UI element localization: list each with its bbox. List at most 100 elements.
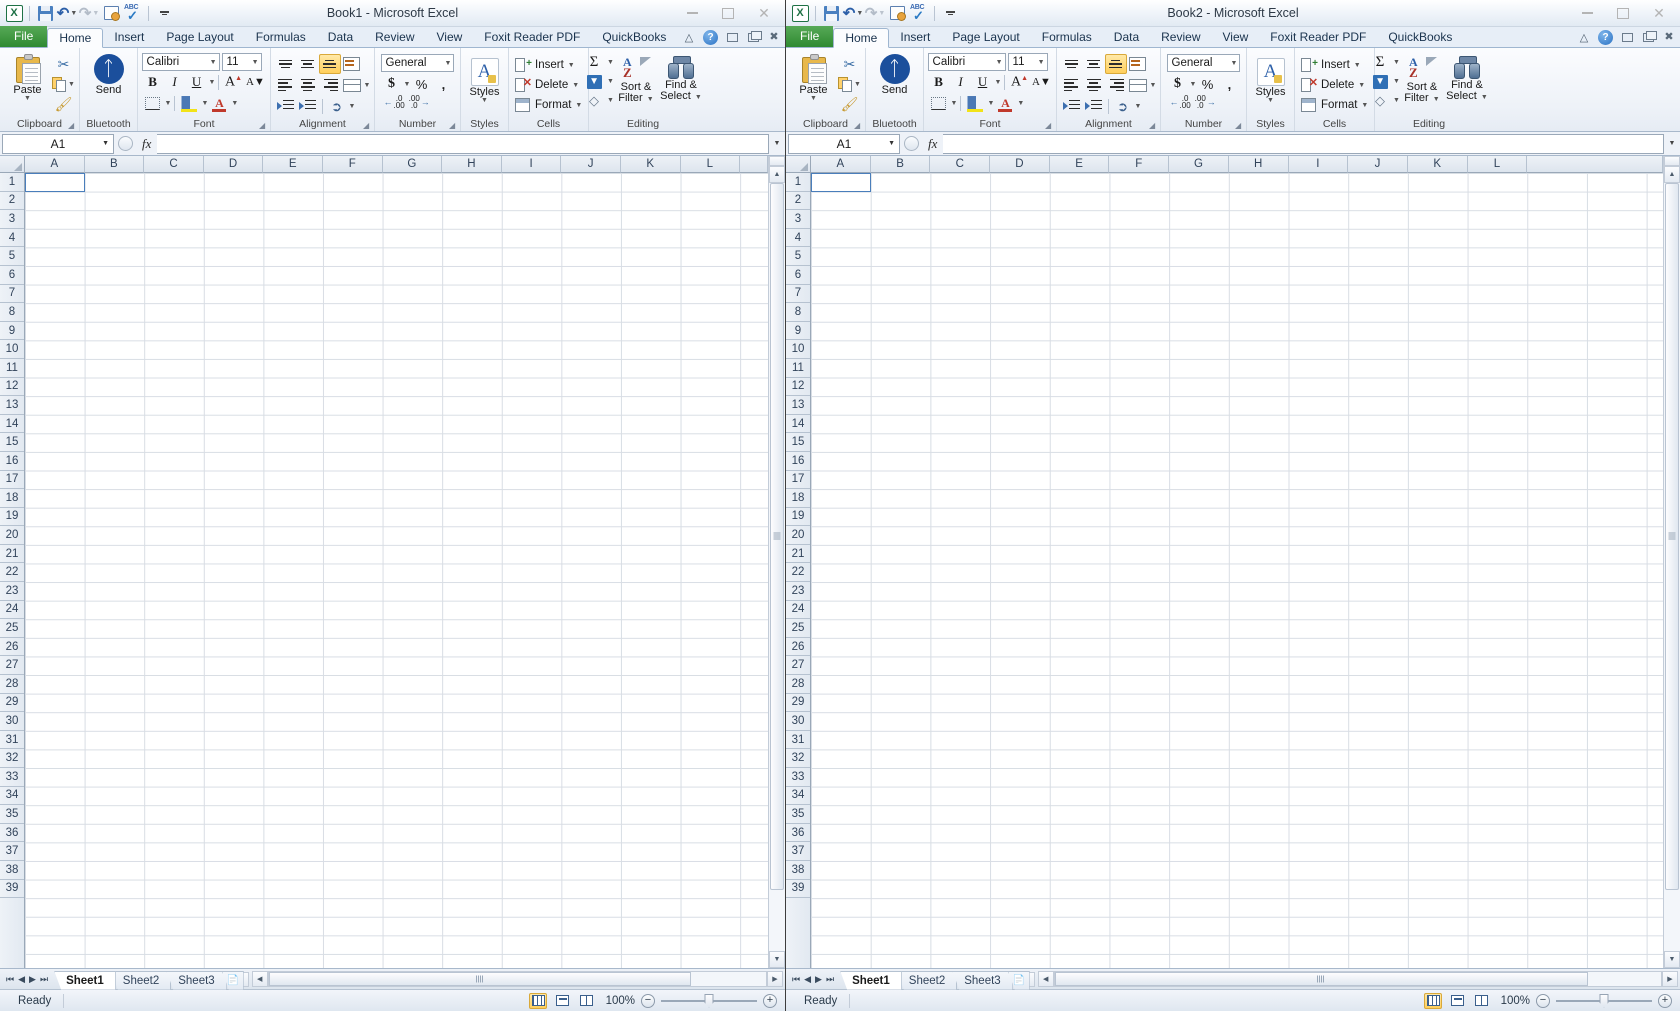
vertical-scrollbar[interactable]: ▲ ▼ xyxy=(768,156,785,968)
function-icon[interactable]: fx xyxy=(922,136,943,152)
orientation-button[interactable]: ➲ xyxy=(326,96,348,116)
fill-button[interactable]: ▼ xyxy=(582,72,606,91)
increase-decimal-button[interactable]: ← .0.00 xyxy=(384,95,405,110)
column-header-D[interactable]: D xyxy=(990,156,1050,173)
zoom-out-button[interactable]: − xyxy=(641,993,655,1008)
accounting-format-button[interactable]: $ xyxy=(381,74,403,94)
minimize-ribbon-icon[interactable]: △ xyxy=(1577,31,1591,45)
function-icon[interactable]: fx xyxy=(136,136,157,152)
clear-button[interactable]: ◇ xyxy=(1368,91,1392,110)
format-painter-button[interactable]: 🖌 xyxy=(838,94,862,114)
find-select-button[interactable]: Find & Select ▼ xyxy=(658,53,704,103)
sheet-tabs[interactable]: Sheet1 Sheet2 Sheet3 📄 xyxy=(54,969,244,990)
row-headers[interactable]: 1 2 3 4 5 6 7 8 9 10 11 12 13 14 15 16 17 18 19 20 21 22 23 24 2… xyxy=(786,173,811,968)
hscroll-thumb[interactable] xyxy=(1054,972,1589,986)
column-header-C[interactable]: C xyxy=(930,156,991,173)
row-header-3[interactable]: 3 xyxy=(0,210,24,229)
status-bar[interactable]: Ready 100% − + xyxy=(786,989,1680,1011)
selected-cell-a1[interactable] xyxy=(25,173,85,192)
tab-page-layout[interactable]: Page Layout xyxy=(941,27,1030,47)
sheet-tab-sheet3[interactable]: Sheet3 xyxy=(166,970,227,990)
tab-quickbooks[interactable]: QuickBooks xyxy=(591,27,677,47)
delete-cells-button[interactable]: ✕ Delete ▼ xyxy=(515,75,582,95)
excel-logo-icon[interactable]: X xyxy=(790,3,810,23)
row-header-7[interactable]: 7 xyxy=(0,285,24,304)
prev-sheet-icon[interactable]: ◀ xyxy=(804,974,811,985)
customize-qat-icon[interactable] xyxy=(940,3,960,23)
column-header-A[interactable]: A xyxy=(811,156,871,173)
sheet-tab-sheet1[interactable]: Sheet1 xyxy=(840,970,902,990)
row-header-9[interactable]: 9 xyxy=(786,322,810,341)
italic-button[interactable]: I xyxy=(164,72,186,92)
bold-button[interactable]: B xyxy=(928,72,950,92)
row-header-19[interactable]: 19 xyxy=(786,508,810,527)
sheet-nav-buttons[interactable]: ⏮ ◀ ▶ ⏭ xyxy=(0,974,54,985)
scroll-down-button[interactable]: ▼ xyxy=(769,951,785,968)
middle-align-button[interactable] xyxy=(297,54,319,74)
underline-button[interactable]: U xyxy=(972,72,994,92)
column-header-K[interactable]: K xyxy=(1407,156,1468,173)
row-header-25[interactable]: 25 xyxy=(786,619,810,638)
styles-button[interactable]: A Styles ▼ xyxy=(461,52,509,104)
horizontal-scrollbar[interactable] xyxy=(1053,971,1662,987)
underline-button[interactable]: U xyxy=(186,72,208,92)
row-header-20[interactable]: 20 xyxy=(0,526,24,545)
close-window-icon[interactable]: ✖ xyxy=(767,31,781,45)
undo-icon[interactable]: ↶ ▼ xyxy=(57,3,78,23)
row-header-14[interactable]: 14 xyxy=(0,415,24,434)
row-header-4[interactable]: 4 xyxy=(786,229,810,248)
font-size-combo[interactable]: 11 ▼ xyxy=(221,53,262,71)
row-header-35[interactable]: 35 xyxy=(786,805,810,824)
column-header-I[interactable]: I xyxy=(501,156,562,173)
bold-button[interactable]: B xyxy=(142,72,164,92)
page-break-view-button[interactable] xyxy=(1472,993,1490,1009)
scroll-thumb[interactable] xyxy=(770,183,784,890)
worksheet-area[interactable]: ABCDEFGHIJKL 1 2 3 4 5 6 7 8 9 10 11 12 13 14 15 16 17 18… xyxy=(786,156,1680,968)
close-window-icon[interactable]: ✖ xyxy=(1662,31,1676,45)
row-header-36[interactable]: 36 xyxy=(786,824,810,843)
row-header-13[interactable]: 13 xyxy=(0,396,24,415)
restore-window-icon[interactable] xyxy=(1620,31,1634,45)
hscroll-left-button[interactable]: ◀ xyxy=(251,971,268,987)
row-header-26[interactable]: 26 xyxy=(786,638,810,657)
row-header-20[interactable]: 20 xyxy=(786,526,810,545)
row-header-13[interactable]: 13 xyxy=(786,396,810,415)
orientation-button[interactable]: ➲ xyxy=(1112,96,1134,116)
row-header-37[interactable]: 37 xyxy=(786,842,810,861)
row-header-3[interactable]: 3 xyxy=(786,210,810,229)
grid[interactable]: ABCDEFGHIJKL 1 2 3 4 5 6 7 8 9 10 11 12 13 14 15 16 17 18… xyxy=(786,156,1663,968)
fill-color-button[interactable]: █ xyxy=(178,93,200,113)
grid[interactable]: ABCDEFGHIJKL 1 2 3 4 5 6 7 8 9 10 11 12 13 14 15 16 17 18… xyxy=(0,156,768,968)
column-header-F[interactable]: F xyxy=(322,156,383,173)
delete-cells-button[interactable]: ✕ Delete ▼ xyxy=(1301,75,1368,95)
zoom-in-button[interactable]: + xyxy=(1658,993,1672,1008)
align-center-button[interactable] xyxy=(297,75,319,95)
formula-bar[interactable]: A1 ▼ fx ▼ xyxy=(786,132,1680,156)
sort-filter-button[interactable]: AZ Sort & Filter ▼ xyxy=(1400,53,1444,105)
row-header-32[interactable]: 32 xyxy=(0,749,24,768)
row-header-8[interactable]: 8 xyxy=(0,303,24,322)
expand-formula-bar-icon[interactable]: ▼ xyxy=(769,140,785,147)
tab-quickbooks[interactable]: QuickBooks xyxy=(1377,27,1463,47)
customize-qat-icon[interactable] xyxy=(154,3,174,23)
formula-input[interactable] xyxy=(943,133,1664,154)
sheet-tab-bar[interactable]: ⏮ ◀ ▶ ⏭ Sheet1 Sheet2 Sheet3 📄 ◀ ▶ xyxy=(0,968,785,990)
scroll-up-button[interactable]: ▲ xyxy=(1664,166,1680,183)
row-header-31[interactable]: 31 xyxy=(786,731,810,750)
tab-insert[interactable]: Insert xyxy=(103,27,155,47)
column-header-H[interactable]: H xyxy=(1228,156,1289,173)
help-icon[interactable]: ? xyxy=(1598,30,1613,45)
alignment-dialog-launcher[interactable]: ◢ xyxy=(1149,121,1158,130)
format-cells-button[interactable]: Format ▼ xyxy=(1301,95,1368,115)
format-painter-button[interactable]: 🖌 xyxy=(52,94,76,114)
font-name-combo[interactable]: Calibri ▼ xyxy=(927,53,1006,71)
row-header-15[interactable]: 15 xyxy=(0,433,24,452)
sheet-tab-bar[interactable]: ⏮ ◀ ▶ ⏭ Sheet1 Sheet2 Sheet3 📄 ◀ ▶ xyxy=(786,968,1680,990)
decrease-indent-button[interactable] xyxy=(1061,96,1083,116)
row-header-6[interactable]: 6 xyxy=(786,266,810,285)
autosum-button[interactable]: Σ xyxy=(582,53,606,72)
increase-indent-button[interactable] xyxy=(1083,96,1105,116)
column-header-B[interactable]: B xyxy=(84,156,145,173)
undo-icon[interactable]: ↶ ▼ xyxy=(843,3,864,23)
copy-button[interactable]: ▼ xyxy=(838,74,862,94)
